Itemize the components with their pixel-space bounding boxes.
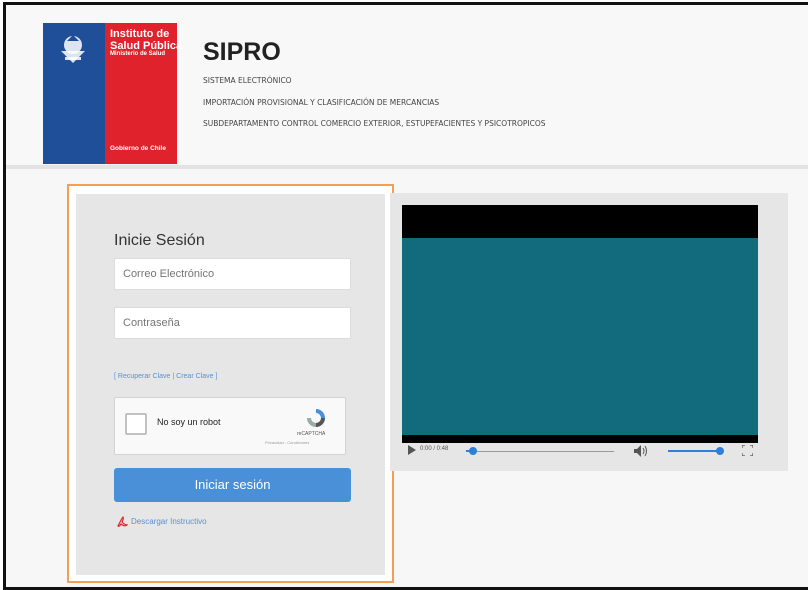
logo-institute-name: Instituto de Salud Pública — [110, 28, 182, 52]
coat-of-arms-icon — [61, 35, 85, 63]
subtitle-1: SISTEMA ELECTRÓNICO — [203, 76, 292, 85]
login-highlight-box: Inicie Sesión [ Recuperar Clave | Crear … — [67, 184, 394, 583]
volume-icon[interactable] — [634, 445, 648, 457]
play-icon[interactable] — [408, 445, 416, 455]
logo-government: Gobierno de Chile — [110, 145, 166, 152]
pdf-icon — [117, 516, 128, 527]
login-panel: Inicie Sesión [ Recuperar Clave | Crear … — [76, 194, 385, 575]
header: Instituto de Salud Pública Ministerio de… — [6, 5, 808, 164]
account-links: [ Recuperar Clave | Crear Clave ] — [114, 373, 217, 380]
download-instructions-link[interactable]: Descargar Instructivo — [116, 516, 207, 528]
fullscreen-icon[interactable] — [742, 445, 753, 456]
create-password-link[interactable]: Crear Clave — [176, 373, 213, 380]
password-field[interactable] — [114, 307, 351, 339]
logo-line-1: Instituto de — [110, 28, 170, 40]
recaptcha-logo-icon — [307, 409, 325, 427]
email-field[interactable] — [114, 258, 351, 290]
video-controls: 0:00 / 0:48 — [390, 439, 788, 463]
login-button[interactable]: Iniciar sesión — [114, 468, 351, 502]
header-divider — [6, 165, 808, 169]
progress-bar[interactable] — [466, 451, 614, 452]
volume-handle[interactable] — [716, 447, 724, 455]
bracket-close: ] — [213, 373, 218, 380]
captcha-label: No soy un robot — [157, 417, 221, 427]
login-title: Inicie Sesión — [114, 232, 205, 249]
page-frame: Instituto de Salud Pública Ministerio de… — [3, 2, 808, 590]
recaptcha-brand: reCAPTCHA — [297, 431, 326, 437]
download-label: Descargar Instructivo — [131, 517, 207, 527]
recover-password-link[interactable]: Recuperar Clave — [118, 373, 171, 380]
logo-red-block: Instituto de Salud Pública Ministerio de… — [105, 23, 182, 164]
video-frame — [402, 238, 758, 435]
progress-handle[interactable] — [469, 447, 478, 455]
video-player[interactable] — [402, 205, 758, 443]
captcha-checkbox[interactable] — [125, 413, 147, 435]
logo-blue-block — [43, 23, 105, 164]
video-time: 0:00 / 0:48 — [420, 446, 449, 452]
volume-slider[interactable] — [668, 450, 720, 452]
subtitle-3: SUBDEPARTAMENTO CONTROL COMERCIO EXTERIO… — [203, 119, 546, 128]
logo-ministry: Ministerio de Salud — [110, 51, 166, 57]
subtitle-2: IMPORTACIÓN PROVISIONAL Y CLASIFICACIÓN … — [203, 98, 440, 107]
app-title: SIPRO — [203, 38, 281, 66]
recaptcha-terms[interactable]: Privacidad - Condiciones — [265, 440, 309, 445]
video-panel: 0:00 / 0:48 — [390, 193, 788, 471]
isp-logo: Instituto de Salud Pública Ministerio de… — [43, 23, 182, 164]
recaptcha-widget: No soy un robot reCAPTCHA Privacidad - C… — [114, 397, 346, 455]
